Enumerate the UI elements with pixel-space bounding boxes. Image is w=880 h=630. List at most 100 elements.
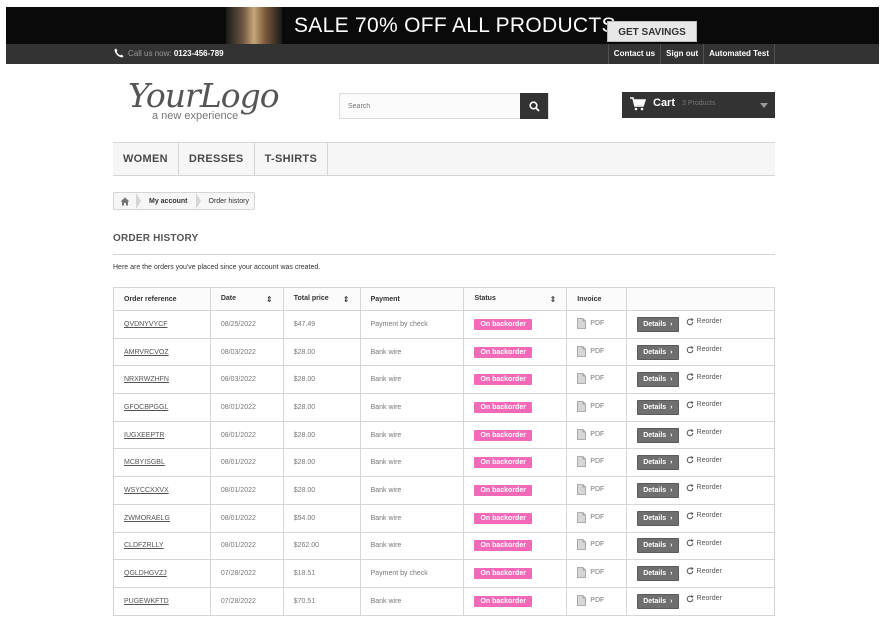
chevron-right-icon: › bbox=[670, 376, 673, 384]
reorder-link[interactable]: Reorder bbox=[686, 511, 722, 520]
get-savings-button[interactable]: GET SAVINGS NOW bbox=[607, 21, 697, 42]
pdf-file-icon bbox=[577, 456, 587, 468]
pdf-label: PDF bbox=[590, 485, 605, 493]
order-payment: Payment by check bbox=[359, 559, 465, 588]
reorder-link[interactable]: Reorder bbox=[686, 428, 722, 437]
details-button[interactable]: Details › bbox=[637, 316, 679, 332]
col-order-reference[interactable]: Order reference bbox=[113, 287, 211, 311]
order-reference-link[interactable]: GFOCBPGGL bbox=[113, 393, 211, 422]
order-reference-link[interactable]: AMRVRCVOZ bbox=[113, 337, 211, 367]
details-button[interactable]: Details › bbox=[637, 482, 679, 498]
details-button[interactable]: Details › bbox=[637, 538, 679, 554]
details-label: Details bbox=[643, 348, 667, 356]
contact-us-link[interactable]: Contact us bbox=[607, 44, 660, 64]
search-bar bbox=[339, 93, 549, 119]
invoice-pdf-link[interactable]: PDF bbox=[577, 567, 604, 578]
col-date[interactable]: Date ⇕ bbox=[209, 287, 284, 311]
sort-icon[interactable]: ⇕ bbox=[550, 295, 557, 304]
invoice-cell: PDF bbox=[566, 531, 628, 561]
invoice-pdf-link[interactable]: PDF bbox=[577, 373, 604, 385]
banner-model-image bbox=[226, 7, 282, 44]
account-name-link[interactable]: Automated Test bbox=[703, 44, 775, 64]
order-reference-link[interactable]: MCBYISGBL bbox=[113, 448, 211, 478]
table-row: IUGXEEPTR 08/01/2022 $28.00 Bank wire On bac… bbox=[113, 420, 775, 450]
chevron-right-icon: › bbox=[670, 597, 673, 605]
details-button[interactable]: Details › bbox=[637, 372, 679, 388]
refresh-icon bbox=[686, 539, 694, 547]
pdf-file-icon bbox=[577, 428, 587, 440]
order-reference-link[interactable]: CLDFZRLLY bbox=[113, 531, 211, 561]
table-row: QVDNYVYCF 08/25/2022 $47.49 Payment by chec… bbox=[113, 310, 775, 339]
reorder-link[interactable]: Reorder bbox=[686, 373, 722, 381]
order-reference-link[interactable]: QVDNYVYCF bbox=[113, 310, 211, 339]
invoice-pdf-link[interactable]: PDF bbox=[577, 511, 605, 523]
col-status[interactable]: Status ⇕ bbox=[463, 287, 568, 311]
reorder-link[interactable]: Reorder bbox=[686, 317, 722, 326]
actions-cell: Details › Reorder bbox=[626, 476, 775, 505]
chevron-right-icon: › bbox=[670, 348, 673, 356]
promo-banner[interactable]: SALE 70% OFF ALL PRODUCTS GET SAVINGS NO… bbox=[6, 7, 879, 44]
reorder-link[interactable]: Reorder bbox=[686, 456, 722, 464]
col-total-price[interactable]: Total price ⇕ bbox=[282, 287, 361, 311]
order-total: $28.00 bbox=[282, 393, 361, 422]
invoice-pdf-link[interactable]: PDF bbox=[577, 539, 604, 551]
menu-item-tshirts[interactable]: T-SHIRTS bbox=[255, 143, 329, 175]
table-row: MCBYISGBL 08/01/2022 $28.00 Bank wire On bac… bbox=[113, 448, 775, 478]
reorder-link[interactable]: Reorder bbox=[686, 567, 722, 575]
details-button[interactable]: Details › bbox=[637, 344, 679, 360]
reorder-link[interactable]: Reorder bbox=[686, 401, 722, 409]
status-badge: On backorder bbox=[474, 346, 532, 358]
pdf-label: PDF bbox=[590, 596, 605, 604]
search-input[interactable] bbox=[340, 94, 521, 118]
reorder-link[interactable]: Reorder bbox=[686, 484, 722, 492]
reorder-link[interactable]: Reorder bbox=[686, 594, 722, 603]
order-reference-link[interactable]: NRXRWZHFN bbox=[113, 365, 211, 395]
search-button[interactable] bbox=[520, 93, 548, 119]
sign-out-link[interactable]: Sign out bbox=[660, 44, 703, 64]
menu-item-dresses[interactable]: DRESSES bbox=[179, 143, 255, 175]
details-label: Details bbox=[643, 459, 667, 467]
cart-count: 3 Products bbox=[682, 100, 716, 107]
order-reference-link[interactable]: IUGXEEPTR bbox=[113, 420, 211, 450]
order-payment: Bank wire bbox=[359, 586, 465, 616]
order-reference-link[interactable]: PUGEWKFTD bbox=[113, 586, 211, 616]
reorder-label: Reorder bbox=[696, 373, 722, 381]
invoice-pdf-link[interactable]: PDF bbox=[577, 428, 604, 440]
banner-headline: SALE 70% OFF ALL PRODUCTS bbox=[294, 14, 616, 37]
order-payment: Payment by check bbox=[359, 310, 465, 339]
table-header-row: Order reference Date ⇕ Total price ⇕ Payme… bbox=[113, 287, 775, 311]
order-reference-link[interactable]: QGLDHGVZJ bbox=[113, 559, 211, 588]
details-button[interactable]: Details › bbox=[637, 399, 679, 415]
order-reference-link[interactable]: ZWMORAELG bbox=[113, 503, 211, 533]
invoice-pdf-link[interactable]: PDF bbox=[577, 317, 604, 329]
reorder-link[interactable]: Reorder bbox=[686, 539, 722, 547]
reorder-link[interactable]: Reorder bbox=[686, 345, 722, 354]
invoice-pdf-link[interactable]: PDF bbox=[577, 594, 605, 606]
chevron-right-icon: › bbox=[670, 320, 673, 328]
order-payment: Bank wire bbox=[359, 337, 465, 367]
menu-item-women[interactable]: WOMEN bbox=[113, 143, 179, 175]
order-date: 08/03/2022 bbox=[209, 337, 284, 367]
pdf-label: PDF bbox=[590, 513, 605, 521]
invoice-pdf-link[interactable]: PDF bbox=[577, 484, 604, 495]
site-logo[interactable]: YourLogo a new experience bbox=[128, 79, 288, 124]
order-reference-link[interactable]: WSYCCXXVX bbox=[113, 476, 211, 505]
cart-button[interactable]: Cart 3 Products bbox=[622, 92, 775, 118]
details-button[interactable]: Details › bbox=[637, 455, 679, 471]
details-button[interactable]: Details › bbox=[637, 510, 679, 526]
order-status-cell: On backorder bbox=[463, 365, 568, 395]
invoice-pdf-link[interactable]: PDF bbox=[577, 345, 604, 357]
sort-icon[interactable]: ⇕ bbox=[343, 295, 350, 304]
details-button[interactable]: Details › bbox=[637, 427, 679, 443]
sort-icon[interactable]: ⇕ bbox=[266, 295, 273, 304]
order-date: 08/25/2022 bbox=[209, 310, 284, 339]
breadcrumb-home[interactable] bbox=[114, 193, 136, 209]
details-button[interactable]: Details › bbox=[637, 566, 679, 582]
refresh-icon bbox=[686, 484, 694, 492]
details-button[interactable]: Details › bbox=[637, 593, 679, 609]
breadcrumb-my-account[interactable]: My account bbox=[141, 198, 196, 205]
chevron-right-icon: › bbox=[670, 486, 673, 494]
invoice-pdf-link[interactable]: PDF bbox=[577, 456, 604, 468]
reorder-label: Reorder bbox=[696, 539, 722, 547]
invoice-pdf-link[interactable]: PDF bbox=[577, 401, 604, 412]
